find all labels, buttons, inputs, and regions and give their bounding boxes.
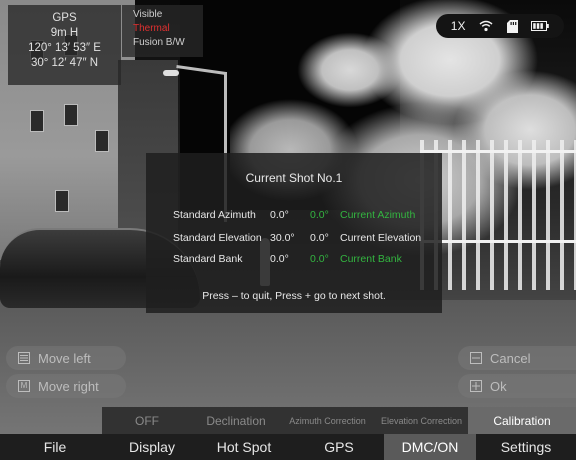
dialog-instructions: Press – to quit, Press + go to next shot… xyxy=(202,290,386,302)
menu-settings[interactable]: Settings xyxy=(476,434,576,460)
fence xyxy=(420,140,576,290)
menu-gps[interactable]: GPS xyxy=(294,434,384,460)
fence-rail xyxy=(420,150,576,153)
menu-dmc[interactable]: DMC/ON xyxy=(384,434,476,460)
current-azimuth-label: Current Azimuth xyxy=(340,209,416,221)
status-bar: 1X xyxy=(436,14,564,38)
mode-thermal[interactable]: Thermal xyxy=(133,22,203,36)
move-left-label: Move left xyxy=(38,350,91,366)
plus-icon xyxy=(470,380,482,392)
current-elevation-label: Current Elevation xyxy=(340,232,422,244)
ok-label: Ok xyxy=(490,378,507,394)
image-mode-panel: Visible Thermal Fusion B/W xyxy=(122,5,203,57)
submenu-calibration[interactable]: Calibration xyxy=(468,407,576,434)
gps-title: GPS xyxy=(52,12,77,24)
street-lamp-head xyxy=(163,70,179,76)
standard-bank-label: Standard Bank xyxy=(173,253,243,265)
battery-icon xyxy=(531,21,550,31)
building-window xyxy=(55,190,69,212)
m-key-icon: M xyxy=(18,380,30,392)
menu-hot-spot[interactable]: Hot Spot xyxy=(194,434,294,460)
cancel-button[interactable]: Cancel xyxy=(458,346,576,370)
standard-azimuth-label: Standard Azimuth xyxy=(173,209,256,221)
menu-file[interactable]: File xyxy=(0,434,110,460)
standard-azimuth-value: 0.0° xyxy=(270,209,289,221)
submenu-off[interactable]: OFF xyxy=(102,407,192,434)
sd-card-icon xyxy=(506,19,518,33)
standard-elevation-value: 30.0° xyxy=(270,232,295,244)
standard-bank-value: 0.0° xyxy=(270,253,289,265)
dmc-submenu: OFF Declination Azimuth Correction Eleva… xyxy=(102,407,576,434)
gps-latitude: 30° 12′ 47″ N xyxy=(30,57,99,69)
wifi-icon xyxy=(479,20,493,32)
move-right-label: Move right xyxy=(38,378,99,394)
dialog-title: Current Shot No.1 xyxy=(245,171,343,185)
submenu-declination[interactable]: Declination xyxy=(192,407,280,434)
menu-display[interactable]: Display xyxy=(110,434,194,460)
zoom-level: 1X xyxy=(450,19,466,33)
current-azimuth-value: 0.0° xyxy=(310,209,329,221)
submenu-azimuth-correction[interactable]: Azimuth Correction xyxy=(280,407,375,434)
mode-fusion-bw[interactable]: Fusion B/W xyxy=(133,36,203,50)
current-bank-value: 0.0° xyxy=(310,253,329,265)
gps-longitude: 120° 13′ 53″ E xyxy=(28,42,101,54)
move-left-button[interactable]: Move left xyxy=(6,346,126,370)
gps-altitude: 9m H xyxy=(50,27,79,39)
cancel-label: Cancel xyxy=(490,350,531,366)
minus-icon xyxy=(470,352,482,364)
move-right-button[interactable]: M Move right xyxy=(6,374,126,398)
building-window xyxy=(95,130,109,152)
calibration-dialog: Current Shot No.1 Standard Azimuth 0.0° … xyxy=(146,153,442,313)
current-elevation-value: 0.0° xyxy=(310,232,329,244)
mode-visible[interactable]: Visible xyxy=(133,8,203,22)
current-bank-label: Current Bank xyxy=(340,253,402,265)
keyboard-icon xyxy=(18,352,30,364)
gps-panel: GPS 9m H 120° 13′ 53″ E 30° 12′ 47″ N xyxy=(8,5,121,85)
ok-button[interactable]: Ok xyxy=(458,374,576,398)
main-menu: File Display Hot Spot GPS DMC/ON Setting… xyxy=(0,434,576,460)
fence-rail xyxy=(420,240,576,243)
building-window xyxy=(64,104,78,126)
submenu-elevation-correction[interactable]: Elevation Correction xyxy=(375,407,468,434)
building-window xyxy=(30,110,44,132)
standard-elevation-label: Standard Elevation xyxy=(173,232,262,244)
